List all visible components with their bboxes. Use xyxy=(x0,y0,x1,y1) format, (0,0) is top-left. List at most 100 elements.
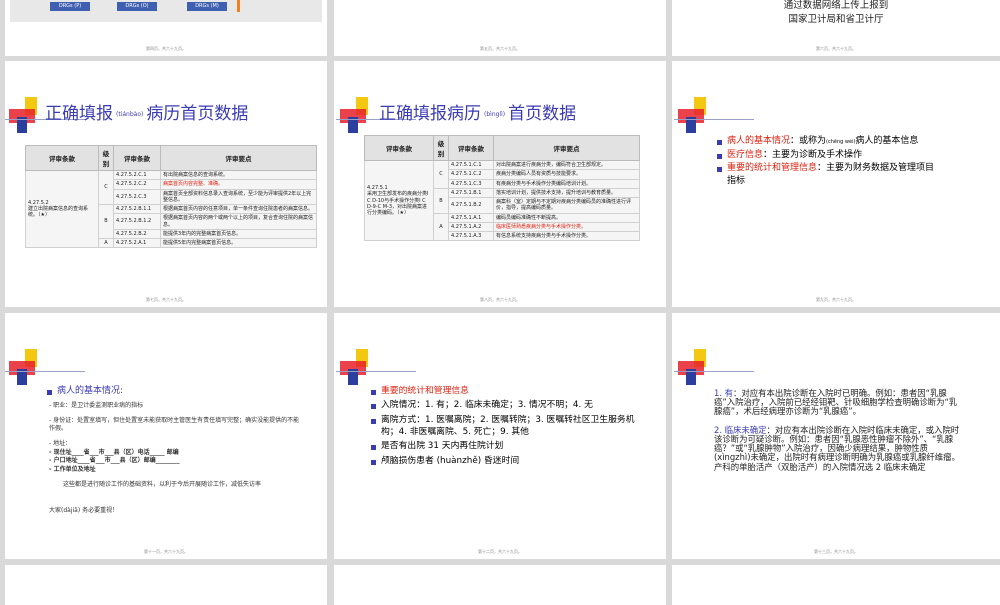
level-cell: B xyxy=(433,187,449,214)
code-cell: 4.27.5.2.B.1.1 xyxy=(113,203,161,215)
title-ruby: (bìnglì) xyxy=(484,110,506,118)
para-2: 2. 临床未确定：对应有本出院诊断在入院时临床未确定，或入院时该诊断为可疑诊断。… xyxy=(714,425,962,472)
bullet-label: 医疗信息 xyxy=(727,149,764,160)
code-cell: 4.27.5.1.B.2 xyxy=(448,197,494,214)
bullet-label: 重要的统计和管理信息 xyxy=(727,163,818,174)
bullet-label: 病人的基本情况 xyxy=(727,136,791,146)
level-cell: B xyxy=(98,204,114,239)
info-line: - 户口地址____省___市___县（区）邮编________ xyxy=(49,457,180,465)
code-cell: 4.27.5.1.A.3 xyxy=(448,230,494,242)
col-header: 评审要点 xyxy=(493,135,640,161)
requirement-cell: 根据病案首页内容的两个或两个以上的项目，复合查询住院的病案信息。 xyxy=(160,213,317,230)
slide-thumbnail-9[interactable]: 病人的基本情况：或称为(chēng wéi)病人的基本信息 医疗信息：主要为诊断… xyxy=(672,61,1000,307)
slide-thumbnail-4[interactable]: DRGs (P) DRGs (O) DRGs (M) 第四页，共六十九页。 xyxy=(5,0,327,56)
requirement-cell: 临床医师熟悉疾病分类与手术操作分类。 xyxy=(493,221,640,233)
slide-footer: 第五页，共六十九页。 xyxy=(480,46,520,51)
criteria-table: 评审条款 级别 评审条款 评审要点 4.27.5.1 采用卫生部发布的疾病分类I… xyxy=(364,135,640,242)
drg-node: DRGs (P) xyxy=(50,2,90,11)
code-cell: 4.27.5.1.B.1 xyxy=(448,187,494,199)
criteria-clause-cell: 4.27.5.1 采用卫生部发布的疾病分类I C D-10与手术操作分类I C … xyxy=(364,159,434,242)
table-row: 4.27.5.2 建立出院病案信息的查询系统。（★） C 4.27.5.2.C.1 有… xyxy=(25,169,317,249)
admission-status-text: 1. 有：对应有本出院诊断在入院时已明确。例如：患者因“乳腺癌”入院治疗，入院前… xyxy=(714,388,962,472)
col-header: 级别 xyxy=(433,135,449,161)
slide-title: 正确填报病历 (bìnglì) 首页数据 xyxy=(379,99,576,124)
info-line: - 身份证：处置室填写，但住处置室未能获取时主管医生有责任填写完整；确实没能提供… xyxy=(49,416,300,433)
slide-footer: 第十二页，共六十九页。 xyxy=(478,549,522,554)
criteria-clause-cell: 4.27.5.2 建立出院病案信息的查询系统。（★） xyxy=(25,169,99,249)
drg-node: DRGs (O) xyxy=(117,2,157,11)
requirement-cell: 病案科（室）定期与不定期对疾病分类编码员的准确性进行评价，指导，提高编码质量。 xyxy=(493,197,640,214)
bullet-stats-info: 重要的统计和管理信息：主要为财务数据及管理项目指标 xyxy=(717,162,937,187)
code-cell: 4.27.5.2.B.2 xyxy=(113,228,161,240)
para-text: ：对应有本出院诊断在入院时已明确。例如：患者因“乳腺癌”入院治疗，入院前已经经钼… xyxy=(714,388,958,417)
table-row: 4.27.5.1 采用卫生部发布的疾病分类I C D-10与手术操作分类I C … xyxy=(364,159,640,242)
slide-footer: 第六页，共六十九页。 xyxy=(816,46,856,51)
level-cell: A xyxy=(98,237,114,249)
requirement-cell: 病案首页内容完整、准确。 xyxy=(160,179,317,190)
slide-thumbnail-16[interactable] xyxy=(672,565,1000,605)
stats-item: 入院情况：1. 有；2. 临床未确定；3. 情况不明；4. 无 xyxy=(371,399,641,411)
code-cell: 4.27.5.1.C.2 xyxy=(448,169,494,180)
level-cell: A xyxy=(433,212,449,242)
slide-thumbnail-15[interactable] xyxy=(334,565,666,605)
slide-thumbnail-6[interactable]: 通过数据网络上传上报到 国家卫计局和省卫计厅 第六页，共六十九页。 xyxy=(672,0,1000,56)
title-part: 正确填报 xyxy=(45,104,113,124)
slide-thumbnail-12[interactable]: 重要的统计和管理信息 入院情况：1. 有；2. 临床未确定；3. 情况不明；4.… xyxy=(334,313,666,559)
col-header: 评审条款 xyxy=(113,145,161,171)
stats-item: 颅脑损伤患者 (huànzhě) 昏迷时间 xyxy=(371,455,641,467)
warning-line: 大家(dàjiā) 务必要重视！ xyxy=(49,507,119,514)
code-cell: 4.27.5.2.C.3 xyxy=(113,188,161,205)
col-header: 评审条款 xyxy=(448,135,494,161)
upload-text: 通过数据网络上传上报到 国家卫计局和省卫计厅 xyxy=(672,0,1000,27)
bullet-text: ：主要为诊断及手术操作 xyxy=(763,149,863,160)
requirement-cell: 落实培训计划，提供技术支持，提升培训与教育质量。 xyxy=(493,187,640,199)
bullet-text: ：或称为 xyxy=(790,136,827,146)
info-line: - 职业：是卫计委监测职业病的指标 xyxy=(49,402,144,409)
requirement-cell: 有信息系统支持疾病分类与手术操作分类。 xyxy=(493,230,640,242)
slide-thumbnail-14[interactable] xyxy=(5,565,327,605)
requirement-cell: 疾病分类编码人员有资质与技能要求。 xyxy=(493,169,640,180)
requirement-cell: 能提供5年内完整病案首页信息。 xyxy=(160,237,317,249)
title-ruby: (tiánbào) xyxy=(116,110,144,118)
col-header: 评审条款 xyxy=(25,145,99,171)
requirement-cell: 有疾病分类与手术操作分类编码培训计划。 xyxy=(493,178,640,189)
requirement-cell: 能提供3年内的完整病案首页信息。 xyxy=(160,228,317,240)
info-line: - 地址： xyxy=(49,440,72,448)
slide-footer: 第九页，共六十九页。 xyxy=(816,297,856,302)
slide-thumbnail-8[interactable]: 正确填报病历 (bìnglì) 首页数据 评审条款 级别 评审条款 评审要点 4.2… xyxy=(334,61,666,307)
code-cell: 4.27.5.1.A.1 xyxy=(448,212,494,223)
slide-footer: 第七页，共六十九页。 xyxy=(146,297,186,302)
slide-thumbnail-5[interactable]: 第五页，共六十九页。 xyxy=(334,0,666,56)
info-line: 这些都是进行随诊工作的基础资料，以利于今后开展随诊工作，减低失访率 xyxy=(63,480,262,488)
stats-list: 重要的统计和管理信息 入院情况：1. 有；2. 临床未确定；3. 情况不明；4.… xyxy=(371,385,641,468)
code-cell: 4.27.5.2.C.2 xyxy=(113,179,161,190)
bullet-text: 病人的基本信息 xyxy=(855,136,919,146)
slide-footer: 第十一页，共六十九页。 xyxy=(144,549,188,554)
requirement-cell: 编码员编码准确性不断提高。 xyxy=(493,212,640,223)
info-bullets: 病人的基本情况：或称为(chēng wéi)病人的基本信息 医疗信息：主要为诊断… xyxy=(717,135,937,188)
stats-item: 离院方式：1. 医嘱离院；2. 医嘱转院；3. 医嘱转社区卫生服务机构；4. 非… xyxy=(371,414,641,439)
heading-text: 病人的基本情况: xyxy=(57,386,124,396)
slide-thumbnail-7[interactable]: 正确填报 (tiánbào) 病历首页数据 评审条款 级别 评审条款 评审要点 4.… xyxy=(5,61,327,307)
code-cell: 4.27.5.2.C.1 xyxy=(113,169,161,181)
requirement-cell: 病案首页全部资料信息录入查询系统，至少能为评审提供2年以上完整信息。 xyxy=(160,188,317,205)
code-cell: 4.27.5.2.A.1 xyxy=(113,237,161,249)
upload-line-2: 国家卫计局和省卫计厅 xyxy=(788,14,884,25)
basic-info-lines: - 职业：是卫计委监测职业病的指标 - 身份证：处置室填写，但住处置室未能获取时主… xyxy=(49,402,304,490)
slide-footer: 第四页，共六十九页。 xyxy=(146,46,186,51)
title-part: 正确填报病历 xyxy=(379,104,481,124)
criteria-table: 评审条款 级别 评审条款 评审要点 4.27.5.2 建立出院病案信息的查询系统… xyxy=(25,145,317,249)
orange-bracket xyxy=(237,0,240,12)
slide-thumbnail-13[interactable]: 1. 有：对应有本出院诊断在入院时已明确。例如：患者因“乳腺癌”入院治疗，入院前… xyxy=(672,313,1000,559)
bullet-basic-info: 病人的基本情况：或称为(chēng wéi)病人的基本信息 xyxy=(717,135,937,148)
basic-info-heading: 病人的基本情况: xyxy=(47,385,123,399)
requirement-cell: 根据病案首页内容的任意项目，单一条件查询住院患者的病案信息。 xyxy=(160,203,317,215)
col-header: 评审条款 xyxy=(364,135,434,161)
level-cell: C xyxy=(98,170,114,205)
heading-item: 病人的基本情况: xyxy=(47,385,123,398)
col-header: 评审要点 xyxy=(160,145,317,171)
slide-footer: 第十三页，共六十九页。 xyxy=(814,549,858,554)
upload-line-1: 通过数据网络上传上报到 xyxy=(783,0,889,11)
level-cell: C xyxy=(433,160,449,189)
slide-thumbnail-11[interactable]: 病人的基本情况: - 职业：是卫计委监测职业病的指标 - 身份证：处置室填写，但住… xyxy=(5,313,327,559)
